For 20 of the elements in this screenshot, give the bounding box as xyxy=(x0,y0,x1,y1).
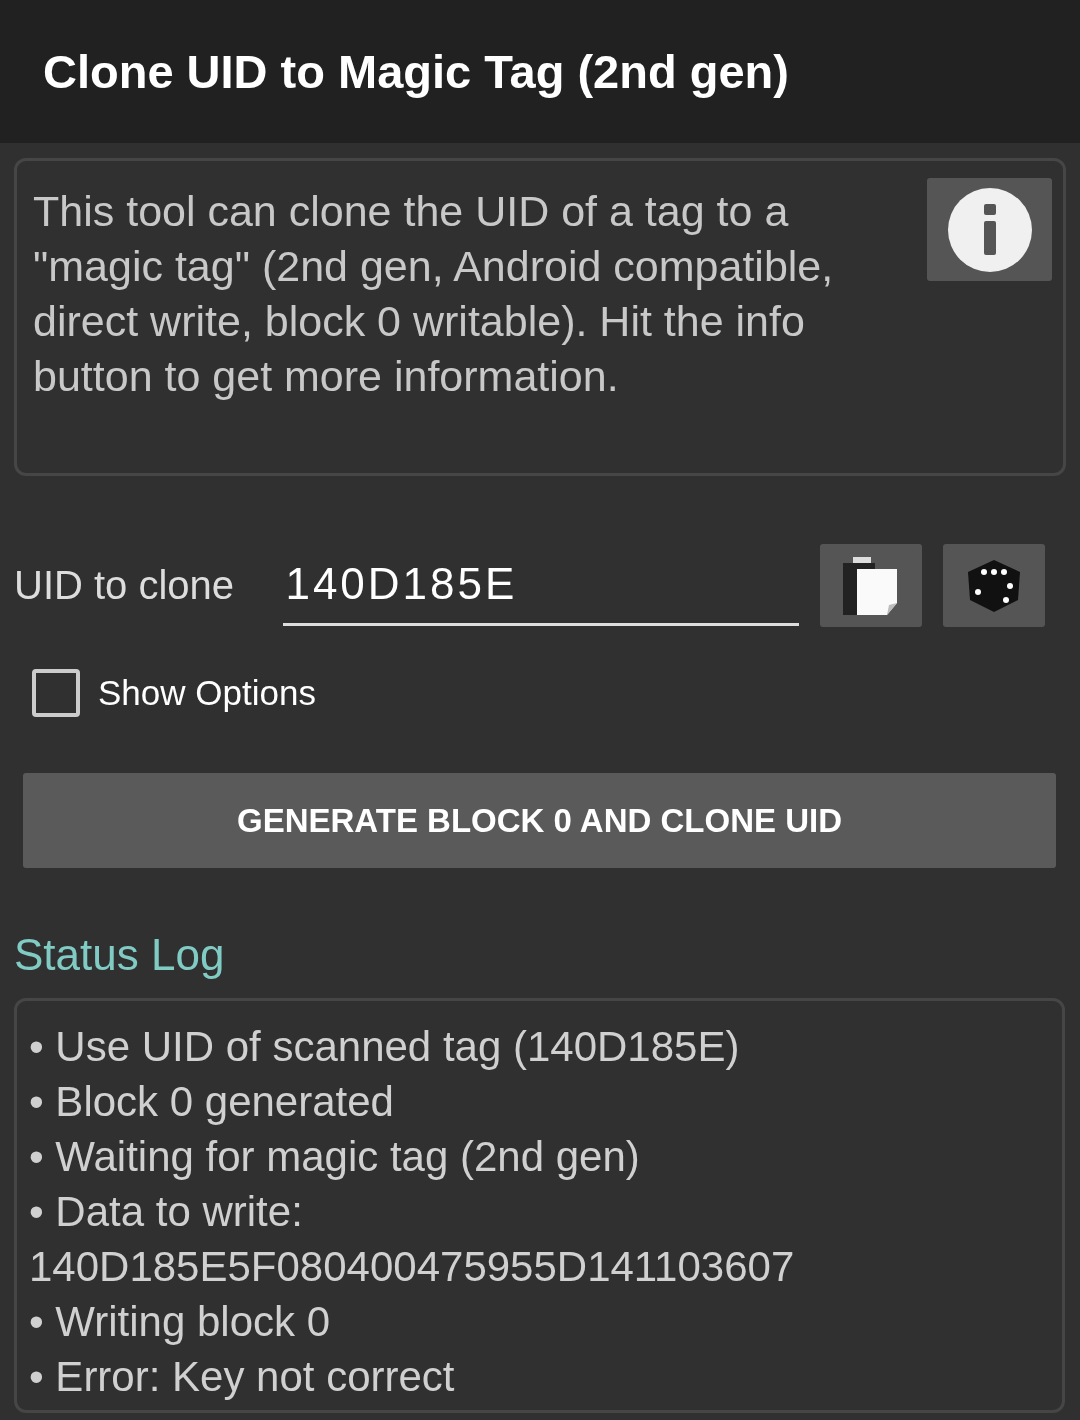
log-entry: • Waiting for magic tag (2nd gen) xyxy=(29,1132,641,1182)
uid-label: UID to clone xyxy=(14,563,236,608)
info-icon xyxy=(946,186,1033,273)
show-options-label[interactable]: Show Options xyxy=(98,673,316,713)
paste-button[interactable] xyxy=(820,544,923,627)
info-button[interactable] xyxy=(927,178,1052,281)
show-options-checkbox[interactable] xyxy=(32,669,80,717)
log-entry: 140D185E5F080400475955D141103607 xyxy=(29,1242,796,1292)
log-entry: • Error: Key not correct xyxy=(29,1352,456,1402)
uid-input-field[interactable]: 140D185E xyxy=(283,545,800,626)
random-button[interactable] xyxy=(943,544,1045,627)
log-entry: • Writing block 0 xyxy=(29,1297,332,1347)
status-log-heading: Status Log xyxy=(14,930,226,980)
description-text: This tool can clone the UID of a tag to a "magic tag" (2nd gen, Android compatible, direct write, block 0 writable). Hit the info button to get more information. xyxy=(33,186,835,402)
log-entry: • Use UID of scanned tag (140D185E) xyxy=(29,1022,741,1072)
generate-clone-button[interactable]: GENERATE BLOCK 0 AND CLONE UID xyxy=(23,773,1056,868)
log-entry: • Data to write: xyxy=(29,1187,304,1237)
window-title: Clone UID to Magic Tag (2nd gen) xyxy=(43,44,789,99)
dice-icon xyxy=(966,557,1023,614)
log-entry: • Block 0 generated xyxy=(29,1077,395,1127)
